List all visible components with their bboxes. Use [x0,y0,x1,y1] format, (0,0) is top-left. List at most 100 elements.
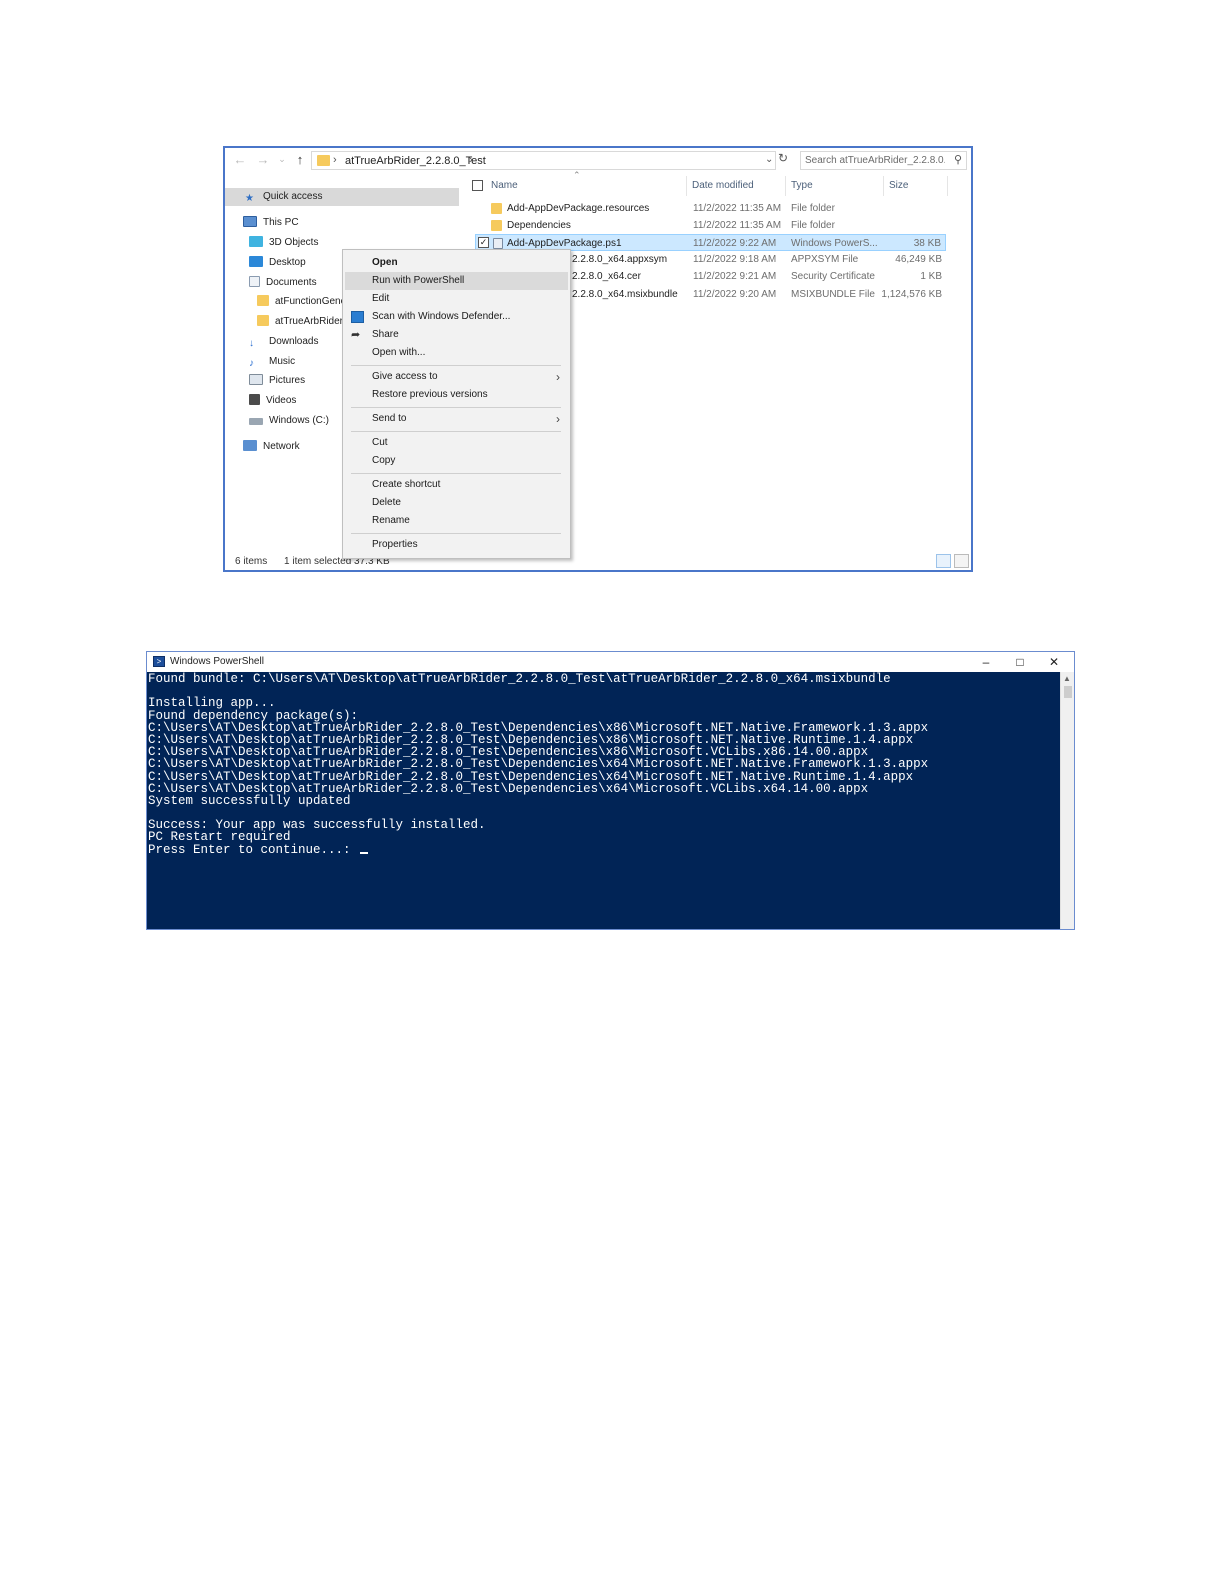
file-date: 11/2/2022 11:35 AM [693,203,782,214]
windows-defender-icon [351,311,364,323]
search-icon[interactable]: ⚲ [954,153,962,166]
minimize-icon[interactable]: – [976,653,996,671]
nav-this-pc[interactable]: This PC [243,214,299,232]
menu-item-open[interactable]: Open [345,254,568,272]
file-size: 46,249 KB [895,254,942,265]
nav-item-pictures[interactable]: Pictures [249,372,305,390]
column-header-name[interactable]: Name [491,180,518,191]
path-box[interactable]: › atTrueArbRider_2.2.8.0_Test › ⌄ [311,151,776,170]
column-header-size[interactable]: Size [889,180,908,191]
nav-label: Quick access [263,191,323,202]
menu-item-give-access[interactable]: Give access to › [345,368,568,386]
menu-item-delete[interactable]: Delete [345,494,568,512]
maximize-icon[interactable]: □ [1010,653,1030,671]
menu-item-send-to[interactable]: Send to › [345,410,568,428]
nav-item-attruearbrider[interactable]: atTrueArbRider [257,313,343,331]
chevron-down-icon[interactable]: ⌄ [765,154,773,165]
column-divider[interactable] [785,176,786,196]
file-type: Security Certificate [791,271,875,282]
nav-item-music[interactable]: ♪ Music [249,353,295,371]
checkbox-checked-icon[interactable]: ✓ [478,237,489,248]
nav-item-videos[interactable]: Videos [249,392,296,410]
nav-item-3d-objects[interactable]: 3D Objects [249,234,318,252]
console-line: Found bundle: C:\Users\AT\Desktop\atTrue… [148,672,891,686]
nav-label: Downloads [269,336,319,347]
file-row[interactable]: Dependencies 11/2/2022 11:35 AM File fol… [475,217,946,234]
menu-item-cut[interactable]: Cut [345,434,568,452]
menu-item-scan[interactable]: Scan with Windows Defender... [345,308,568,326]
star-icon: ★ [245,193,254,204]
folder-icon [257,295,269,306]
folder-icon [491,203,502,214]
file-size: 38 KB [913,238,941,249]
menu-item-properties[interactable]: Properties [345,536,568,554]
nav-item-documents[interactable]: Documents [249,274,317,292]
menu-item-open-with[interactable]: Open with... [345,344,568,362]
nav-label: Videos [266,395,297,406]
back-arrow-icon[interactable]: ← [233,152,247,167]
forward-arrow-icon[interactable]: → [256,152,270,167]
column-header-date[interactable]: Date modified [692,180,754,191]
column-divider[interactable] [947,176,948,196]
file-name: 2.2.8.0_x64.appxsym [572,254,668,265]
menu-item-copy[interactable]: Copy [345,452,568,470]
picture-icon [249,374,263,385]
file-date: 11/2/2022 9:18 AM [693,254,777,265]
document-icon [249,276,260,287]
select-all-checkbox[interactable] [472,180,483,191]
column-divider[interactable] [883,176,884,196]
folder-icon [491,220,502,231]
drive-icon [249,418,263,425]
file-type: APPXSYM File [791,254,859,265]
menu-item-edit[interactable]: Edit [345,290,568,308]
menu-item-share[interactable]: ➦ Share [345,326,568,344]
file-size: 1 KB [920,271,942,282]
nav-label: This PC [263,217,299,228]
column-divider[interactable] [686,176,687,196]
file-type: File folder [791,203,835,214]
file-date: 11/2/2022 9:20 AM [693,289,777,300]
recent-locations-icon[interactable]: ⌄ [275,154,289,165]
menu-item-restore-previous-versions[interactable]: Restore previous versions [345,386,568,404]
file-name: Dependencies [507,220,571,231]
menu-item-run-with-powershell[interactable]: Run with PowerShell [345,272,568,290]
nav-label: 3D Objects [269,237,319,248]
console-prompt: Press Enter to continue...: [148,842,359,857]
large-icons-view-icon[interactable] [954,554,969,568]
breadcrumb-current[interactable]: atTrueArbRider_2.2.8.0_Test [345,155,486,167]
powershell-window: > Windows PowerShell – □ ✕ Found bundle:… [146,651,1075,930]
console-output[interactable]: Found bundle: C:\Users\AT\Desktop\atTrue… [147,672,1060,929]
vertical-scrollbar[interactable]: ▲ [1060,672,1074,929]
breadcrumb-separator-icon[interactable]: › [469,154,473,166]
column-header-type[interactable]: Type [791,180,813,191]
close-icon[interactable]: ✕ [1044,653,1064,671]
scroll-thumb[interactable] [1064,686,1072,698]
nav-quick-access[interactable]: ★ Quick access [225,188,459,206]
breadcrumb-separator-icon: › [333,154,337,166]
nav-item-desktop[interactable]: Desktop [249,254,306,272]
address-bar: ← → ⌄ ↑ › atTrueArbRider_2.2.8.0_Test › … [225,148,971,174]
nav-item-windows-c[interactable]: Windows (C:) [249,412,329,430]
nav-label: Pictures [269,375,306,386]
folder-icon [317,155,330,166]
scroll-up-icon[interactable]: ▲ [1063,674,1071,683]
menu-separator [351,365,561,366]
menu-separator [351,533,561,534]
details-view-icon[interactable] [936,554,951,568]
nav-item-downloads[interactable]: ↓ Downloads [249,333,318,351]
menu-item-rename[interactable]: Rename [345,512,568,530]
up-arrow-icon[interactable]: ↑ [293,152,307,167]
nav-network[interactable]: Network [243,438,300,456]
refresh-icon[interactable]: ↻ [778,151,788,165]
file-row[interactable]: Add-AppDevPackage.resources 11/2/2022 11… [475,200,946,217]
menu-item-create-shortcut[interactable]: Create shortcut [345,476,568,494]
download-arrow-icon: ↓ [249,338,254,349]
search-input[interactable] [805,153,945,168]
title-bar[interactable]: > Windows PowerShell – □ ✕ [147,652,1074,672]
nav-item-atfunctiongene[interactable]: atFunctionGene [257,293,346,311]
search-box: ⚲ [800,151,967,170]
nav-label: Documents [266,277,317,288]
cube-icon [249,236,263,247]
nav-label: Network [263,441,300,452]
network-icon [243,440,257,451]
